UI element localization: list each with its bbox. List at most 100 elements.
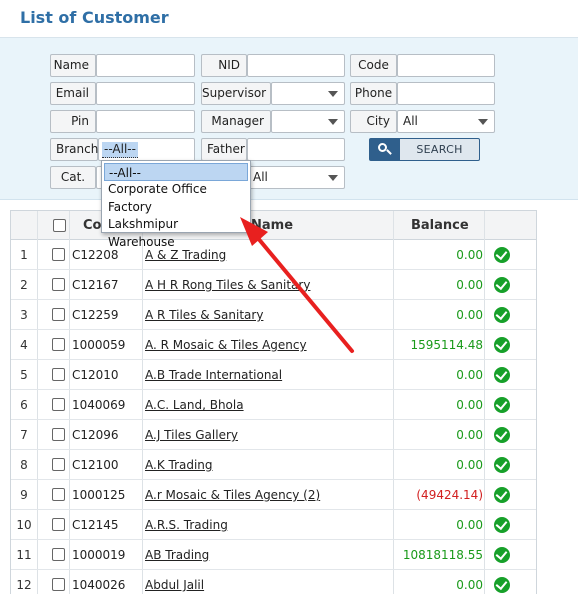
branch-value: --All--	[102, 142, 138, 158]
check-circle-icon[interactable]	[494, 277, 510, 293]
balance-column-header[interactable]: Balance	[411, 211, 469, 240]
code-field[interactable]	[397, 54, 495, 77]
branch-label: Branch	[50, 138, 98, 161]
chevron-down-icon	[328, 175, 338, 181]
customer-name-link[interactable]: A H R Rong Tiles & Sanitary	[145, 270, 310, 300]
table-row[interactable]: 2 C12167 A H R Rong Tiles & Sanitary 0.00	[11, 270, 536, 300]
select-all-checkbox[interactable]	[53, 219, 66, 232]
branch-option[interactable]: Factory	[104, 198, 248, 216]
table-row[interactable]: 4 1000059 A. R Mosaic & Tiles Agency 159511…	[11, 330, 536, 360]
row-checkbox[interactable]	[52, 488, 65, 501]
email-label: Email	[50, 82, 96, 105]
customer-name-link[interactable]: AB Trading	[145, 540, 209, 570]
row-checkbox[interactable]	[52, 278, 65, 291]
table-row[interactable]: 7 C12096 A.J Tiles Gallery 0.00	[11, 420, 536, 450]
nid-field[interactable]	[247, 54, 345, 77]
row-checkbox[interactable]	[52, 518, 65, 531]
row-checkbox[interactable]	[52, 308, 65, 321]
customer-code: C12010	[72, 368, 119, 382]
row-checkbox[interactable]	[52, 368, 65, 381]
customer-code: 1040026	[72, 578, 126, 592]
chevron-down-icon	[328, 119, 338, 125]
customer-balance: 0.00	[456, 308, 483, 322]
father-field[interactable]	[247, 138, 345, 161]
check-circle-icon[interactable]	[494, 337, 510, 353]
customer-name-link[interactable]: A.J Tiles Gallery	[145, 420, 238, 450]
customer-name-link[interactable]: A. R Mosaic & Tiles Agency	[145, 330, 307, 360]
check-circle-icon[interactable]	[494, 367, 510, 383]
customer-code: C12096	[72, 428, 119, 442]
name-label: Name	[50, 54, 96, 77]
branch-option[interactable]: Lakshmipur Warehouse	[104, 215, 248, 249]
table-row[interactable]: 8 C12100 A.K Trading 0.00	[11, 450, 536, 480]
table-row[interactable]: 9 1000125 A.r Mosaic & Tiles Agency (2) (49…	[11, 480, 536, 510]
name-field[interactable]	[96, 54, 195, 77]
customer-balance: 0.00	[456, 398, 483, 412]
customer-code: 1000059	[72, 338, 126, 352]
check-circle-icon[interactable]	[494, 547, 510, 563]
row-checkbox[interactable]	[52, 428, 65, 441]
customer-name-link[interactable]: A.C. Land, Bhola	[145, 390, 244, 420]
check-circle-icon[interactable]	[494, 457, 510, 473]
row-number: 9	[20, 488, 28, 502]
customer-name-link[interactable]: A.R.S. Trading	[145, 510, 228, 540]
row-checkbox[interactable]	[52, 248, 65, 261]
customer-name-link[interactable]: Abdul Jalil	[145, 570, 204, 594]
customer-name-link[interactable]: A.B Trade International	[145, 360, 282, 390]
row-number: 6	[20, 398, 28, 412]
check-circle-icon[interactable]	[494, 577, 510, 593]
check-circle-icon[interactable]	[494, 517, 510, 533]
row-checkbox[interactable]	[52, 338, 65, 351]
check-circle-icon[interactable]	[494, 307, 510, 323]
customer-name-link[interactable]: A R Tiles & Sanitary	[145, 300, 263, 330]
row-number: 11	[16, 548, 32, 562]
row-number: 7	[20, 428, 28, 442]
table-row[interactable]: 3 C12259 A R Tiles & Sanitary 0.00	[11, 300, 536, 330]
city-select[interactable]: All	[397, 110, 495, 133]
search-button[interactable]: SEARCH	[369, 138, 480, 161]
table-row[interactable]: 6 1040069 A.C. Land, Bhola 0.00	[11, 390, 536, 420]
branch-dropdown-list: --All-- Corporate Office Factory Lakshmi…	[101, 160, 251, 249]
father-label: Father	[201, 138, 247, 161]
pin-field[interactable]	[96, 110, 195, 133]
row-checkbox[interactable]	[52, 548, 65, 561]
supervisor-select[interactable]	[271, 82, 345, 105]
customer-name-link[interactable]: A.r Mosaic & Tiles Agency (2)	[145, 480, 320, 510]
manager-label: Manager	[201, 110, 271, 133]
search-icon	[370, 139, 400, 160]
table-row[interactable]: 5 C12010 A.B Trade International 0.00	[11, 360, 536, 390]
check-circle-icon[interactable]	[494, 487, 510, 503]
row-number: 12	[16, 578, 32, 592]
customer-code: 1000125	[72, 488, 126, 502]
table-row[interactable]: 10 C12145 A.R.S. Trading 0.00	[11, 510, 536, 540]
check-circle-icon[interactable]	[494, 397, 510, 413]
customer-code: C12100	[72, 458, 119, 472]
category-filter-select[interactable]: All	[247, 166, 345, 189]
customer-balance: (49424.14)	[416, 488, 483, 502]
customer-code: C12145	[72, 518, 119, 532]
pin-label: Pin	[50, 110, 96, 133]
table-header: Co Name Balance	[11, 211, 536, 240]
row-checkbox[interactable]	[52, 578, 65, 591]
search-button-label: SEARCH	[416, 143, 463, 156]
table-row[interactable]: 1 C12208 A & Z Trading 0.00	[11, 240, 536, 270]
row-checkbox[interactable]	[52, 398, 65, 411]
branch-select-value[interactable]: --All--	[101, 140, 194, 160]
category-value: All	[253, 170, 268, 184]
check-circle-icon[interactable]	[494, 427, 510, 443]
category-label: Cat.	[50, 166, 96, 189]
branch-option[interactable]: --All--	[104, 163, 248, 181]
customer-name-link[interactable]: A.K Trading	[145, 450, 213, 480]
chevron-down-icon	[478, 119, 488, 125]
name-column-header[interactable]: Name	[251, 211, 293, 240]
manager-select[interactable]	[271, 110, 345, 133]
check-circle-icon[interactable]	[494, 247, 510, 263]
branch-option[interactable]: Corporate Office	[104, 180, 248, 198]
email-field[interactable]	[96, 82, 195, 105]
phone-field[interactable]	[397, 82, 495, 105]
table-row[interactable]: 11 1000019 AB Trading 10818118.55	[11, 540, 536, 570]
customer-balance: 0.00	[456, 428, 483, 442]
code-column-header[interactable]: Co	[83, 211, 101, 240]
table-row[interactable]: 12 1040026 Abdul Jalil 0.00	[11, 570, 536, 594]
row-checkbox[interactable]	[52, 458, 65, 471]
